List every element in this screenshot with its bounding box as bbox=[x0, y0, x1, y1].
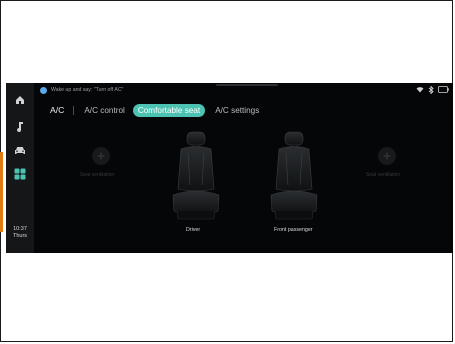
page-title: A/C bbox=[50, 105, 65, 115]
front-passenger-seat-image[interactable] bbox=[266, 131, 322, 221]
battery-icon bbox=[438, 86, 449, 93]
nav-rail: 10:37 Thurs bbox=[6, 83, 34, 253]
title-divider bbox=[73, 105, 75, 115]
car-icon[interactable] bbox=[12, 143, 28, 157]
clock-day: Thurs bbox=[12, 233, 28, 239]
voice-hint: Wake up and say: "Turn off AC" bbox=[51, 87, 124, 93]
pull-down-handle[interactable] bbox=[216, 84, 278, 86]
left-seat-ventilation-label: Seat ventilation bbox=[80, 172, 115, 178]
bluetooth-icon bbox=[428, 86, 434, 94]
ac-tab-bar: A/C A/C control Comfortable seat A/C set… bbox=[34, 102, 453, 118]
tab-comfortable-seat[interactable]: Comfortable seat bbox=[132, 103, 206, 117]
status-bar: Wake up and say: "Turn off AC" bbox=[34, 83, 453, 99]
music-note-icon[interactable] bbox=[12, 119, 28, 133]
front-passenger-label: Front passenger bbox=[274, 227, 313, 233]
system-icons bbox=[416, 86, 449, 94]
apps-grid-icon[interactable] bbox=[12, 167, 28, 181]
voice-assistant-icon[interactable] bbox=[40, 87, 47, 94]
clock-time: 10:37 bbox=[13, 226, 27, 232]
fan-icon bbox=[383, 152, 391, 160]
side-marker bbox=[0, 152, 3, 232]
car-screen: 10:37 Thurs Wake up and say: "Turn off A… bbox=[6, 83, 453, 253]
wifi-icon bbox=[416, 87, 424, 93]
driver-seat-image[interactable] bbox=[168, 131, 224, 221]
right-seat-ventilation-button[interactable] bbox=[378, 147, 396, 165]
tab-ac-settings[interactable]: A/C settings bbox=[215, 106, 259, 115]
fan-icon bbox=[97, 152, 105, 160]
clock: 10:37 Thurs bbox=[6, 226, 34, 240]
right-seat-ventilation-label: Seat ventilation bbox=[366, 172, 401, 178]
driver-label: Driver bbox=[186, 227, 201, 233]
tab-ac-control[interactable]: A/C control bbox=[84, 106, 125, 115]
left-seat-ventilation-button[interactable] bbox=[92, 147, 110, 165]
home-icon[interactable] bbox=[12, 93, 28, 107]
